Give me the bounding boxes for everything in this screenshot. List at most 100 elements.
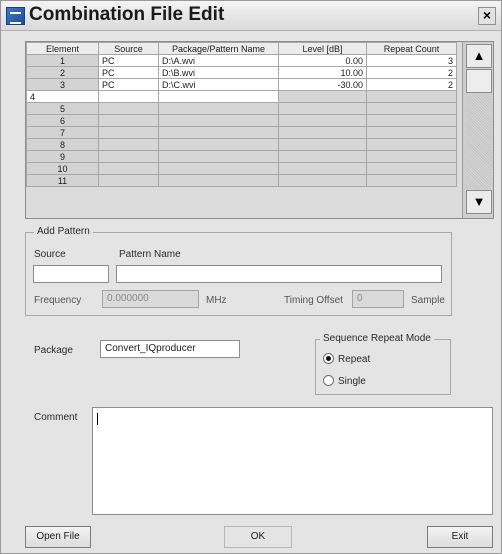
table-cell[interactable]: [366, 174, 457, 187]
table-cell[interactable]: [278, 126, 367, 139]
single-radio-label[interactable]: Single: [338, 376, 366, 387]
table-cell[interactable]: [98, 174, 159, 187]
table-row[interactable]: 4: [26, 90, 457, 103]
column-header[interactable]: Element: [26, 42, 99, 55]
table-cell[interactable]: D:\C.wvi: [158, 78, 279, 91]
table-cell[interactable]: D:\A.wvi: [158, 54, 279, 67]
source-input[interactable]: [33, 265, 109, 283]
table-cell[interactable]: [278, 90, 367, 103]
table-row[interactable]: 9: [26, 150, 457, 163]
single-radio[interactable]: [323, 375, 334, 386]
app-icon: [6, 7, 25, 25]
table-row[interactable]: 11: [26, 174, 457, 187]
column-header[interactable]: Source: [98, 42, 159, 55]
table-row[interactable]: 8: [26, 138, 457, 151]
table-cell[interactable]: [158, 150, 279, 163]
package-input[interactable]: Convert_IQproducer: [100, 340, 240, 358]
table-cell[interactable]: [158, 90, 279, 103]
table-cell[interactable]: 2: [366, 66, 457, 79]
scroll-track[interactable]: [466, 94, 492, 189]
table-cell[interactable]: [98, 150, 159, 163]
close-icon[interactable]: ×: [478, 7, 496, 25]
table-cell[interactable]: [366, 150, 457, 163]
table-cell[interactable]: [366, 162, 457, 175]
timing-offset-unit: Sample: [411, 295, 445, 306]
table-cell[interactable]: [278, 162, 367, 175]
table-cell[interactable]: [278, 150, 367, 163]
table-cell[interactable]: 0.00: [278, 54, 367, 67]
table-cell[interactable]: [158, 162, 279, 175]
table-cell[interactable]: [366, 126, 457, 139]
repeat-radio[interactable]: [323, 353, 334, 364]
table-cell[interactable]: [98, 126, 159, 139]
table-cell[interactable]: [98, 90, 159, 103]
frequency-unit: MHz: [206, 295, 227, 306]
table-cell[interactable]: D:\B.wvi: [158, 66, 279, 79]
scroll-down-arrow-icon[interactable]: ▼: [466, 190, 492, 214]
repeat-radio-label[interactable]: Repeat: [338, 354, 370, 365]
table-cell[interactable]: -30.00: [278, 78, 367, 91]
table-cell[interactable]: [366, 90, 457, 103]
column-header[interactable]: Package/Pattern Name: [158, 42, 279, 55]
table-cell[interactable]: [278, 174, 367, 187]
table-cell[interactable]: PC: [98, 54, 159, 67]
element-number-cell: 3: [26, 78, 99, 91]
table-row[interactable]: 2 PC D:\B.wvi 10.00 2: [26, 66, 457, 79]
timing-offset-label: Timing Offset: [284, 295, 343, 306]
table-cell[interactable]: PC: [98, 66, 159, 79]
frequency-label: Frequency: [34, 295, 82, 306]
ok-button[interactable]: OK: [224, 526, 292, 548]
element-number-cell: 1: [26, 54, 99, 67]
table-cell[interactable]: 3: [366, 54, 457, 67]
table-header-row: Element Source Package/Pattern Name Level […: [26, 42, 457, 55]
table-cell[interactable]: [158, 126, 279, 139]
exit-button[interactable]: Exit: [427, 526, 493, 548]
comment-label: Comment: [34, 412, 78, 423]
element-number-cell: 6: [26, 114, 99, 127]
element-number-cell: 8: [26, 138, 99, 151]
table-cell[interactable]: [158, 102, 279, 115]
table-row[interactable]: 3 PC D:\C.wvi -30.00 2: [26, 78, 457, 91]
table-cell[interactable]: [158, 114, 279, 127]
timing-offset-input[interactable]: 0: [352, 290, 404, 308]
table-row[interactable]: 1 PC D:\A.wvi 0.00 3: [26, 54, 457, 67]
table-cell[interactable]: 2: [366, 78, 457, 91]
element-number-cell: 4: [26, 90, 99, 103]
table-cell[interactable]: [366, 138, 457, 151]
table-row[interactable]: 6: [26, 114, 457, 127]
open-file-button[interactable]: Open File: [25, 526, 91, 548]
table-cell[interactable]: [278, 114, 367, 127]
sequence-repeat-mode-group: Sequence Repeat Mode: [315, 333, 451, 395]
element-number-cell: 7: [26, 126, 99, 139]
column-header[interactable]: Repeat Count: [366, 42, 457, 55]
element-number-cell: 2: [26, 66, 99, 79]
pattern-table: Element Source Package/Pattern Name Level […: [25, 41, 494, 219]
table-cell[interactable]: PC: [98, 78, 159, 91]
window-title: Combination File Edit: [29, 4, 225, 25]
vertical-scrollbar[interactable]: ▲ ▼: [462, 42, 493, 218]
table-cell[interactable]: [98, 102, 159, 115]
table-cell[interactable]: [98, 162, 159, 175]
table-row[interactable]: 10: [26, 162, 457, 175]
table-cell[interactable]: [158, 138, 279, 151]
scroll-thumb[interactable]: [466, 69, 492, 93]
comment-textarea[interactable]: [92, 407, 493, 515]
table-row[interactable]: 5: [26, 102, 457, 115]
element-number-cell: 5: [26, 102, 99, 115]
table-row[interactable]: 7: [26, 126, 457, 139]
table-cell[interactable]: [98, 114, 159, 127]
table-body: 1 PC D:\A.wvi 0.00 3 2 PC D:\B.wvi 10.00 2 3 PC D:\C…: [26, 54, 457, 187]
table-cell[interactable]: [366, 114, 457, 127]
table-cell[interactable]: [98, 138, 159, 151]
table-cell[interactable]: [278, 138, 367, 151]
scroll-up-arrow-icon[interactable]: ▲: [466, 44, 492, 68]
table-cell[interactable]: [278, 102, 367, 115]
table-cell[interactable]: [366, 102, 457, 115]
table-cell[interactable]: [158, 174, 279, 187]
sequence-repeat-mode-legend: Sequence Repeat Mode: [320, 333, 434, 344]
frequency-input[interactable]: 0.000000: [102, 290, 199, 308]
pattern-name-label: Pattern Name: [119, 249, 181, 260]
pattern-name-input[interactable]: [116, 265, 442, 283]
column-header[interactable]: Level [dB]: [278, 42, 367, 55]
table-cell[interactable]: 10.00: [278, 66, 367, 79]
